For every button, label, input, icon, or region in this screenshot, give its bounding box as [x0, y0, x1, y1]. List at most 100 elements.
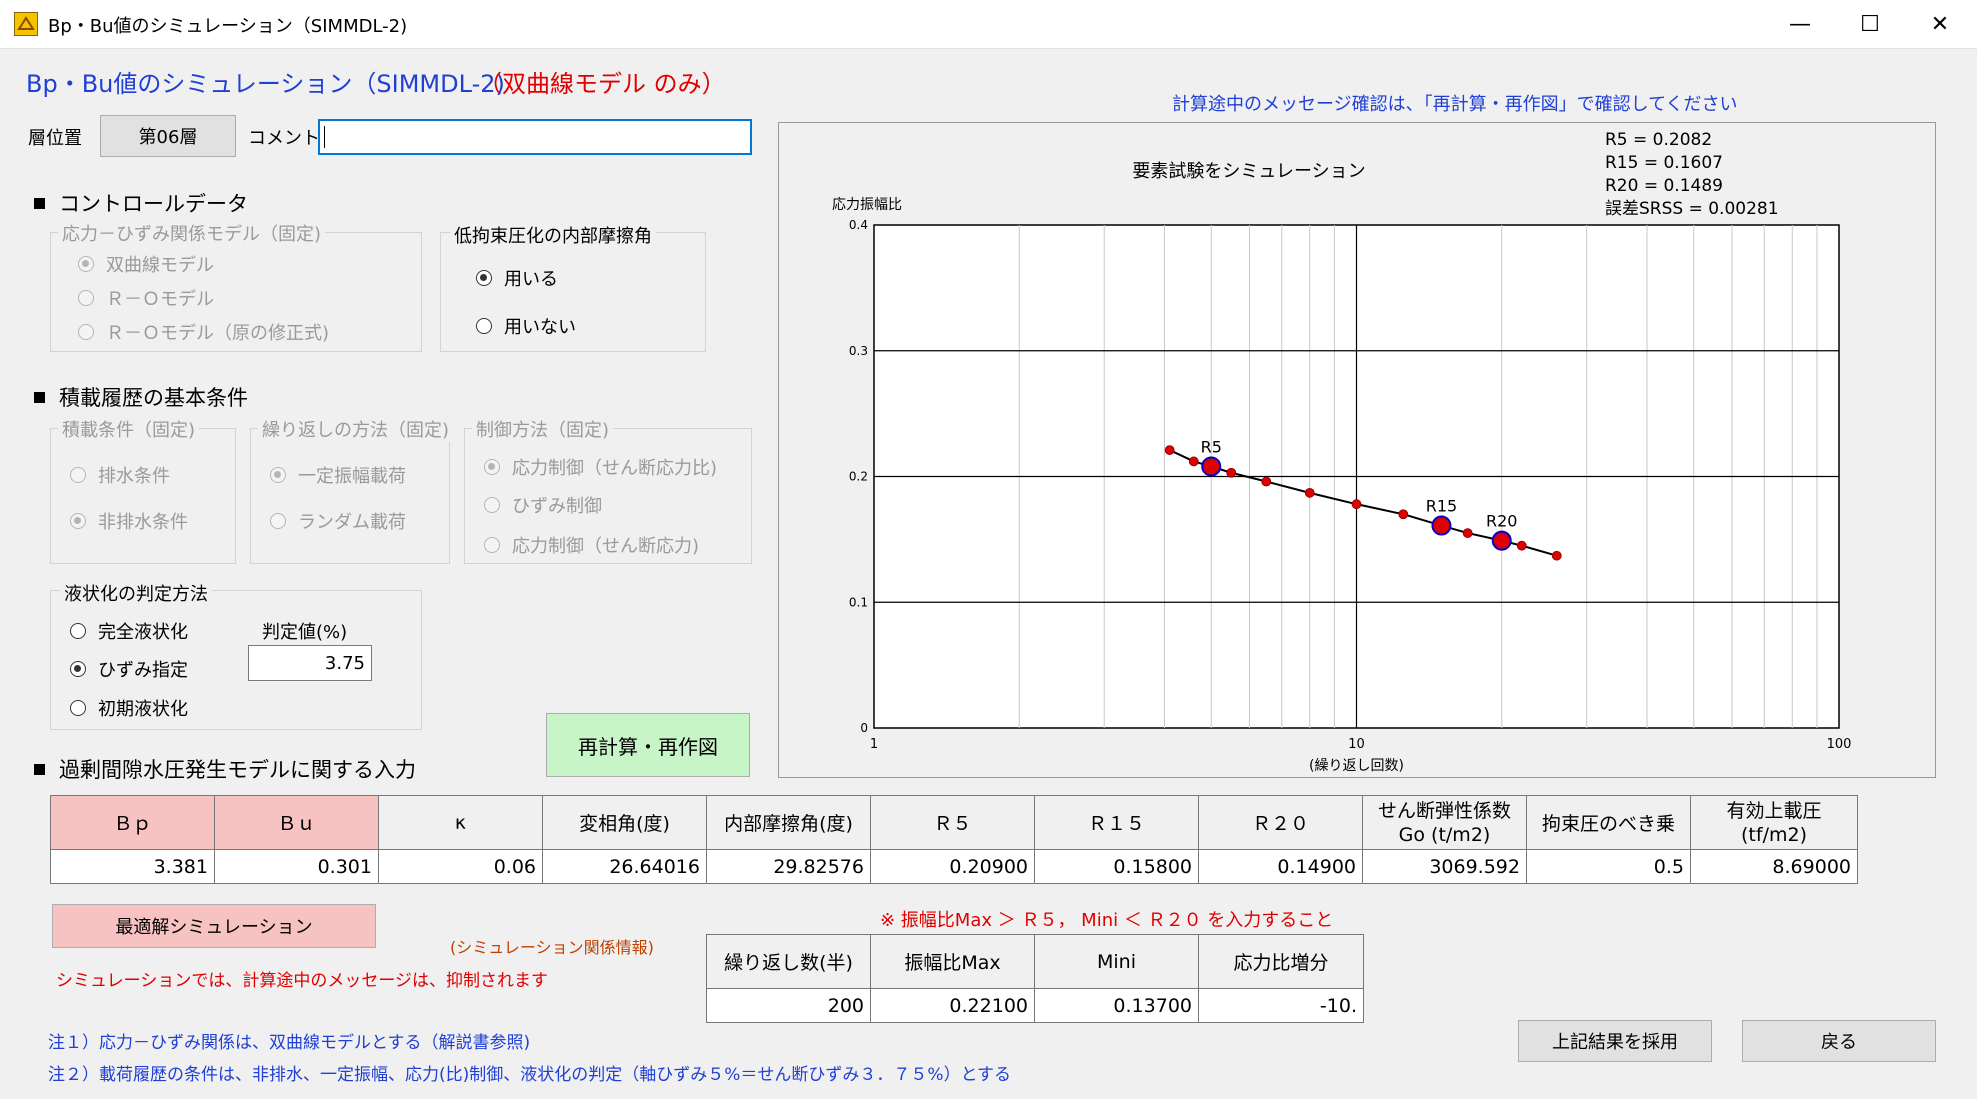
header-phase-angle: 変相角(度) [542, 795, 707, 850]
header-power: 拘束圧のべき乗 [1526, 795, 1691, 850]
bullet-icon [34, 391, 45, 403]
marker-r15 [1431, 515, 1452, 536]
repeat-option-random[interactable]: ランダム載荷 [270, 508, 406, 534]
header-amp-max: 振幅比Max [870, 934, 1035, 989]
sim-warning: ※ 振幅比Max ＞ Ｒ５， Mini ＜ Ｒ２０ を入力すること [880, 910, 1334, 931]
loading-section-title: 積載履歴の基本条件 [34, 382, 248, 412]
comment-label: コメント [248, 128, 320, 149]
data-point [1351, 499, 1362, 510]
ctrl-group-title: 制御方法（固定) [472, 416, 614, 442]
header-bp: Ｂｐ [50, 795, 215, 850]
bullet-icon [34, 197, 45, 209]
radio-icon [270, 467, 286, 483]
sim-info-label: (シミュレーション関係情報) [450, 938, 654, 957]
value-power[interactable]: 0.5 [1526, 849, 1691, 884]
value-r15[interactable]: 0.15800 [1034, 849, 1199, 884]
data-point [1164, 445, 1175, 455]
marker-label: R20 [1486, 512, 1517, 531]
radio-icon [476, 270, 492, 286]
notice-text: 計算途中のメッセージ確認は、「再計算・再作図」で確認してください [1172, 94, 1738, 115]
repeat-option-constant[interactable]: 一定振幅載荷 [270, 462, 406, 488]
ctrl-option-stress[interactable]: 応力制御（せん断応力) [484, 532, 699, 558]
adopt-result-button[interactable]: 上記結果を採用 [1518, 1020, 1712, 1062]
model-option-ro-modified[interactable]: Ｒ－Ｏモデル（原の修正式) [78, 319, 329, 345]
comment-input[interactable] [318, 119, 752, 155]
page-title: Bp・Bu値のシミュレーション（SIMMDL-2) [26, 70, 505, 98]
y-tick-label: 0.2 [849, 470, 868, 484]
liq-option-initial[interactable]: 初期液状化 [70, 695, 188, 721]
app-icon [14, 12, 38, 36]
window-title: Bp・Bu値のシミュレーション（SIMMDL-2) [48, 16, 408, 37]
radio-icon [70, 513, 86, 529]
radio-icon [270, 513, 286, 529]
radio-icon [78, 290, 94, 306]
header-r20: Ｒ２０ [1198, 795, 1363, 850]
radio-icon [78, 256, 94, 272]
judge-value-input[interactable]: 3.75 [248, 645, 372, 681]
header-overburden: 有効上載圧 (tf/m2) [1690, 795, 1858, 850]
data-point [1304, 487, 1315, 498]
liq-group-title: 液状化の判定方法 [60, 580, 212, 606]
note-1: 注１）応力－ひずみ関係は、双曲線モデルとする（解説書参照) [48, 1033, 531, 1053]
model-option-hyperbolic[interactable]: 双曲線モデル [78, 251, 214, 277]
friction-option-use[interactable]: 用いる [476, 265, 558, 291]
value-friction-angle[interactable]: 29.82576 [706, 849, 871, 884]
liq-option-complete[interactable]: 完全液状化 [70, 618, 188, 644]
radio-icon [70, 700, 86, 716]
friction-option-nouse[interactable]: 用いない [476, 313, 576, 339]
marker-label: R5 [1201, 437, 1222, 456]
radio-icon [78, 324, 94, 340]
value-cycles[interactable]: 200 [706, 988, 871, 1023]
radio-icon [476, 318, 492, 334]
model-option-ro[interactable]: Ｒ－Ｏモデル [78, 285, 214, 311]
header-shear-modulus: せん断弾性係数 Go (t/m2) [1362, 795, 1527, 850]
y-axis-label: 応力振幅比 [832, 197, 902, 213]
layer-position-button[interactable]: 第06層 [100, 115, 236, 157]
value-overburden[interactable]: 8.69000 [1690, 849, 1858, 884]
value-kappa[interactable]: 0.06 [378, 849, 543, 884]
cond-option-drained[interactable]: 排水条件 [70, 462, 170, 488]
data-point [1398, 509, 1409, 520]
close-button[interactable]: ✕ [1905, 0, 1975, 48]
text-cursor [324, 126, 325, 148]
minimize-button[interactable]: — [1765, 0, 1835, 48]
data-point [1226, 467, 1237, 478]
recalc-button[interactable]: 再計算・再作図 [546, 713, 750, 777]
value-r20[interactable]: 0.14900 [1198, 849, 1363, 884]
optimal-simulation-button[interactable]: 最適解シミュレーション [52, 904, 376, 948]
pore-section-title: 過剰間隙水圧発生モデルに関する入力 [34, 754, 416, 784]
stats-line: R5 = 0.2082 [1605, 130, 1712, 150]
value-bp[interactable]: 3.381 [50, 849, 215, 884]
value-bu[interactable]: 0.301 [214, 849, 379, 884]
header-r5: Ｒ５ [870, 795, 1035, 850]
value-mini[interactable]: 0.13700 [1034, 988, 1199, 1023]
chart-panel: 1 10 100 0 0.1 0.2 0.3 0.4 (繰り返し回数) 応力振幅比 要素試験をシミュ… [778, 122, 1936, 778]
x-axis-label: (繰り返し回数) [1309, 758, 1404, 774]
judge-label: 判定値(%) [262, 622, 348, 643]
value-r5[interactable]: 0.20900 [870, 849, 1035, 884]
radio-icon [484, 459, 500, 475]
value-ratio-inc[interactable]: -10. [1198, 988, 1364, 1023]
maximize-button[interactable]: ☐ [1835, 0, 1905, 48]
back-button[interactable]: 戻る [1742, 1020, 1936, 1062]
data-point [1551, 550, 1562, 561]
liq-option-strain[interactable]: ひずみ指定 [70, 656, 188, 682]
control-section-title: コントロールデータ [34, 188, 248, 218]
radio-icon [70, 661, 86, 677]
ctrl-option-strain[interactable]: ひずみ制御 [484, 492, 602, 518]
value-shear-modulus[interactable]: 3069.592 [1362, 849, 1527, 884]
header-kappa: κ [378, 795, 543, 850]
radio-icon [484, 537, 500, 553]
loading-cond-group-title: 積載条件（固定) [58, 416, 200, 442]
x-tick-label: 10 [1348, 737, 1365, 752]
stats-line: R20 = 0.1489 [1605, 176, 1723, 196]
y-tick-label: 0.3 [849, 344, 868, 358]
value-phase-angle[interactable]: 26.64016 [542, 849, 707, 884]
stats-line: 誤差SRSS = 0.00281 [1605, 199, 1779, 219]
pore-params-table: Ｂｐ Ｂｕ κ 変相角(度) 内部摩擦角(度) Ｒ５ Ｒ１５ Ｒ２０ せん断弾性… [50, 795, 1858, 884]
cond-option-undrained[interactable]: 非排水条件 [70, 508, 188, 534]
friction-group-title: 低拘束圧化の内部摩擦角 [450, 222, 656, 248]
ctrl-option-stress-ratio[interactable]: 応力制御（せん断応力比) [484, 454, 717, 480]
value-amp-max[interactable]: 0.22100 [870, 988, 1035, 1023]
marker-r5 [1201, 456, 1222, 477]
